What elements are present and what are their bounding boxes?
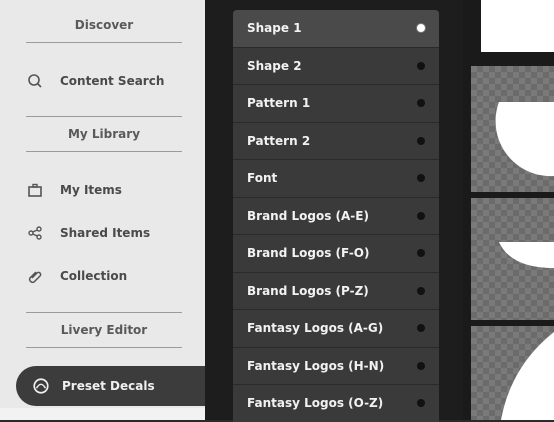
dropdown-option[interactable]: Brand Logos (A-E) xyxy=(233,198,439,235)
decal-tile[interactable] xyxy=(471,0,554,60)
sidebar-item-label: Content Search xyxy=(60,74,165,88)
dropdown-panel: Shape 1 Shape 2 Pattern 1 Pattern 2 Font… xyxy=(205,0,463,422)
radio-unselected-icon xyxy=(417,361,425,370)
sidebar-item-collection[interactable]: Collection xyxy=(26,262,196,290)
search-icon xyxy=(26,72,44,90)
radio-unselected-icon xyxy=(417,136,425,145)
sidebar-item-label: My Items xyxy=(60,183,122,197)
dropdown-option[interactable]: Pattern 1 xyxy=(233,85,439,123)
dropdown-option[interactable]: Fantasy Logos (O-Z) xyxy=(233,385,439,422)
sidebar-item-my-items[interactable]: My Items xyxy=(26,176,196,204)
decal-shape xyxy=(481,0,554,52)
radio-selected-icon xyxy=(417,24,425,33)
sidebar-item-preset-decals[interactable]: Preset Decals xyxy=(16,366,205,406)
radio-unselected-icon xyxy=(417,211,425,220)
share-icon xyxy=(26,224,44,242)
decal-icon xyxy=(32,377,50,395)
sidebar-item-shared-items[interactable]: Shared Items xyxy=(26,219,196,247)
dropdown-option[interactable]: Shape 1 xyxy=(233,10,439,48)
section-livery-editor: Livery Editor xyxy=(26,312,182,348)
radio-unselected-icon xyxy=(417,286,425,295)
sidebar-footer xyxy=(0,408,205,420)
dropdown-option[interactable]: Fantasy Logos (H-N) xyxy=(233,348,439,385)
section-discover: Discover xyxy=(26,8,182,43)
decal-tile[interactable] xyxy=(471,198,554,320)
radio-unselected-icon xyxy=(417,399,425,408)
decal-shape xyxy=(495,102,554,177)
dropdown-option[interactable]: Fantasy Logos (A-G) xyxy=(233,310,439,348)
dropdown-option[interactable]: Brand Logos (F-O) xyxy=(233,235,439,273)
radio-unselected-icon xyxy=(417,324,425,333)
sidebar-item-label: Preset Decals xyxy=(62,379,155,393)
briefcase-icon xyxy=(26,181,44,199)
paperclip-icon xyxy=(26,267,44,285)
dropdown-option[interactable]: Brand Logos (P-Z) xyxy=(233,273,439,310)
category-dropdown-list: Shape 1 Shape 2 Pattern 1 Pattern 2 Font… xyxy=(233,10,439,422)
decal-shape xyxy=(499,242,554,268)
sidebar: Discover Content Search My Library My It… xyxy=(0,0,205,420)
radio-unselected-icon xyxy=(417,174,425,183)
sidebar-item-label: Shared Items xyxy=(60,226,151,240)
decal-shape xyxy=(501,332,554,420)
sidebar-item-content-search[interactable]: Content Search xyxy=(26,67,196,95)
dropdown-option[interactable]: Pattern 2 xyxy=(233,123,439,160)
radio-unselected-icon xyxy=(417,249,425,258)
decal-tile[interactable] xyxy=(471,66,554,192)
decal-tile[interactable] xyxy=(471,326,554,420)
dropdown-option[interactable]: Shape 2 xyxy=(233,48,439,85)
sidebar-item-label: Collection xyxy=(60,269,128,283)
radio-unselected-icon xyxy=(417,99,425,108)
dropdown-option[interactable]: Font xyxy=(233,160,439,198)
radio-unselected-icon xyxy=(417,61,425,70)
decal-preview-grid xyxy=(463,0,554,420)
section-my-library: My Library xyxy=(26,116,182,152)
